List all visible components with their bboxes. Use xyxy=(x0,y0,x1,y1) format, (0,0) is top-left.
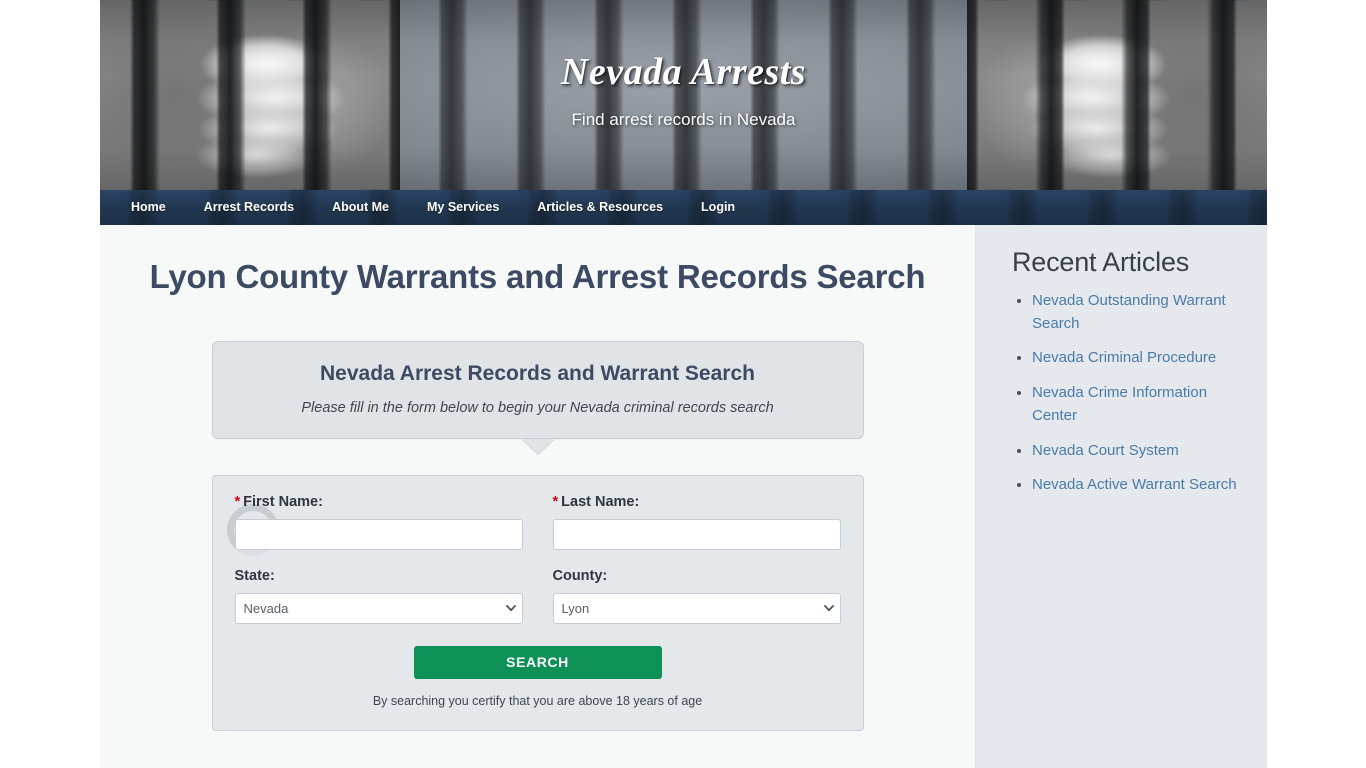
site-container: Nevada Arrests Find arrest records in Ne… xyxy=(100,0,1267,768)
list-item: Nevada Crime Information Center xyxy=(1032,382,1241,427)
sidebar-link-active-warrant-search[interactable]: Nevada Active Warrant Search xyxy=(1032,476,1237,493)
required-marker: * xyxy=(552,493,559,510)
sidebar-title: Recent Articles xyxy=(1012,247,1190,277)
site-title: Nevada Arrests xyxy=(560,51,807,93)
search-button[interactable]: SEARCH xyxy=(413,645,662,679)
nav-item-my-services[interactable]: My Services xyxy=(408,190,518,225)
site-banner: Nevada Arrests Find arrest records in Ne… xyxy=(100,0,1267,190)
list-item: Nevada Criminal Procedure xyxy=(1032,347,1241,370)
state-select-wrapper: Nevada xyxy=(234,592,523,624)
callout-title: Nevada Arrest Records and Warrant Search xyxy=(320,361,755,385)
sidebar-link-outstanding-warrant-search[interactable]: Nevada Outstanding Warrant Search xyxy=(1032,292,1226,332)
site-tagline: Find arrest records in Nevada xyxy=(571,109,796,129)
search-form: * First Name: * Last Name: State: Nevada… xyxy=(211,474,864,731)
search-button-container: SEARCH xyxy=(235,645,841,679)
main-navigation: Home Arrest Records About Me My Services… xyxy=(100,190,1267,225)
content-columns: Lyon County Warrants and Arrest Records … xyxy=(100,225,1267,768)
form-row-names: * First Name: * Last Name: xyxy=(234,494,841,550)
county-field-group: County: Lyon xyxy=(552,567,841,624)
nav-item-home[interactable]: Home xyxy=(112,190,185,225)
nav-item-arrest-records[interactable]: Arrest Records xyxy=(185,190,313,225)
state-label: State: xyxy=(234,567,275,584)
nav-item-login[interactable]: Login xyxy=(682,190,754,225)
list-item: Nevada Outstanding Warrant Search xyxy=(1032,290,1241,335)
first-name-field-group: * First Name: xyxy=(234,494,523,550)
callout-subtitle: Please fill in the form below to begin y… xyxy=(301,399,774,416)
nav-item-articles-resources[interactable]: Articles & Resources xyxy=(518,190,682,225)
callout-arrow-icon xyxy=(521,438,554,454)
county-label: County: xyxy=(552,567,608,584)
page-title: Lyon County Warrants and Arrest Records … xyxy=(149,258,926,295)
form-row-location: State: Nevada County: Lyon xyxy=(234,567,841,624)
age-disclaimer: By searching you certify that you are ab… xyxy=(372,693,703,708)
banner-text-block: Nevada Arrests Find arrest records in Ne… xyxy=(100,51,1267,130)
state-select[interactable]: Nevada xyxy=(234,592,523,624)
callout-box: Nevada Arrest Records and Warrant Search… xyxy=(211,340,864,439)
page-root: Nevada Arrests Find arrest records in Ne… xyxy=(0,0,1366,768)
sidebar: Recent Articles Nevada Outstanding Warra… xyxy=(976,225,1267,768)
sidebar-link-court-system[interactable]: Nevada Court System xyxy=(1032,442,1179,459)
last-name-label: * Last Name: xyxy=(553,494,841,510)
recent-articles-list: Nevada Outstanding Warrant Search Nevada… xyxy=(1012,290,1241,497)
main-content: Lyon County Warrants and Arrest Records … xyxy=(100,225,976,768)
state-field-group: State: Nevada xyxy=(234,567,523,624)
first-name-label-text: First Name: xyxy=(243,493,323,510)
list-item: Nevada Active Warrant Search xyxy=(1032,474,1241,497)
first-name-input[interactable] xyxy=(234,518,523,550)
last-name-input[interactable] xyxy=(552,518,841,550)
search-callout: Nevada Arrest Records and Warrant Search… xyxy=(211,340,864,454)
required-marker: * xyxy=(234,493,241,510)
county-select[interactable]: Lyon xyxy=(552,592,841,624)
sidebar-link-crime-information-center[interactable]: Nevada Crime Information Center xyxy=(1032,384,1207,424)
last-name-field-group: * Last Name: xyxy=(552,494,841,550)
last-name-label-text: Last Name: xyxy=(561,493,640,510)
list-item: Nevada Court System xyxy=(1032,440,1241,463)
sidebar-link-criminal-procedure[interactable]: Nevada Criminal Procedure xyxy=(1032,349,1216,366)
first-name-label: * First Name: xyxy=(235,494,523,510)
nav-item-about-me[interactable]: About Me xyxy=(313,190,408,225)
county-select-wrapper: Lyon xyxy=(552,592,841,624)
